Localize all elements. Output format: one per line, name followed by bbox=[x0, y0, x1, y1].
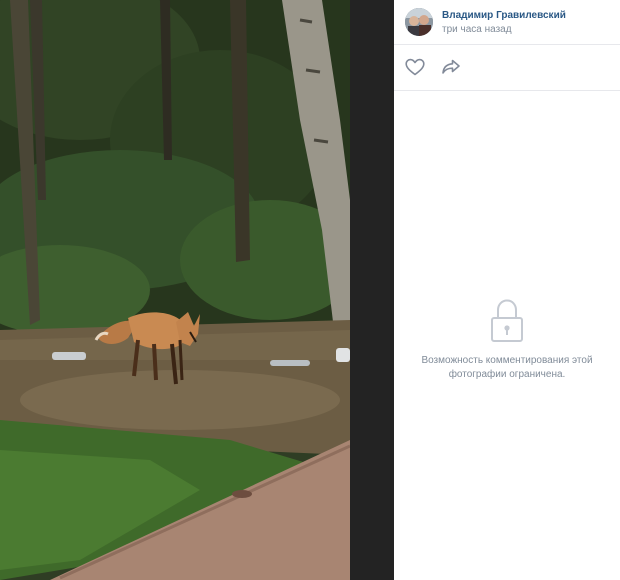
post-header: Владимир Гравилевский три часа назад bbox=[394, 0, 620, 44]
actions-divider bbox=[394, 90, 620, 91]
post-time[interactable]: три часа назад bbox=[442, 24, 512, 35]
like-button[interactable] bbox=[404, 57, 426, 77]
lock-icon bbox=[491, 299, 523, 342]
share-button[interactable] bbox=[440, 57, 462, 77]
avatar-image bbox=[405, 8, 433, 36]
author-name-link[interactable]: Владимир Гравилевский bbox=[442, 10, 566, 21]
share-arrow-icon bbox=[442, 59, 460, 74]
photo-info-panel: Владимир Гравилевский три часа назад Воз… bbox=[394, 0, 620, 580]
heart-icon bbox=[405, 58, 425, 76]
viewer-gap bbox=[350, 0, 394, 580]
post-actions bbox=[394, 45, 620, 90]
avatar[interactable] bbox=[405, 8, 433, 36]
comments-restricted-text: Возможность комментирования этой фотогра… bbox=[421, 355, 593, 380]
comments-restricted-notice: Возможность комментирования этой фотогра… bbox=[394, 290, 620, 382]
photo-viewer[interactable] bbox=[0, 0, 350, 580]
fox-in-forest-photo bbox=[0, 0, 350, 580]
